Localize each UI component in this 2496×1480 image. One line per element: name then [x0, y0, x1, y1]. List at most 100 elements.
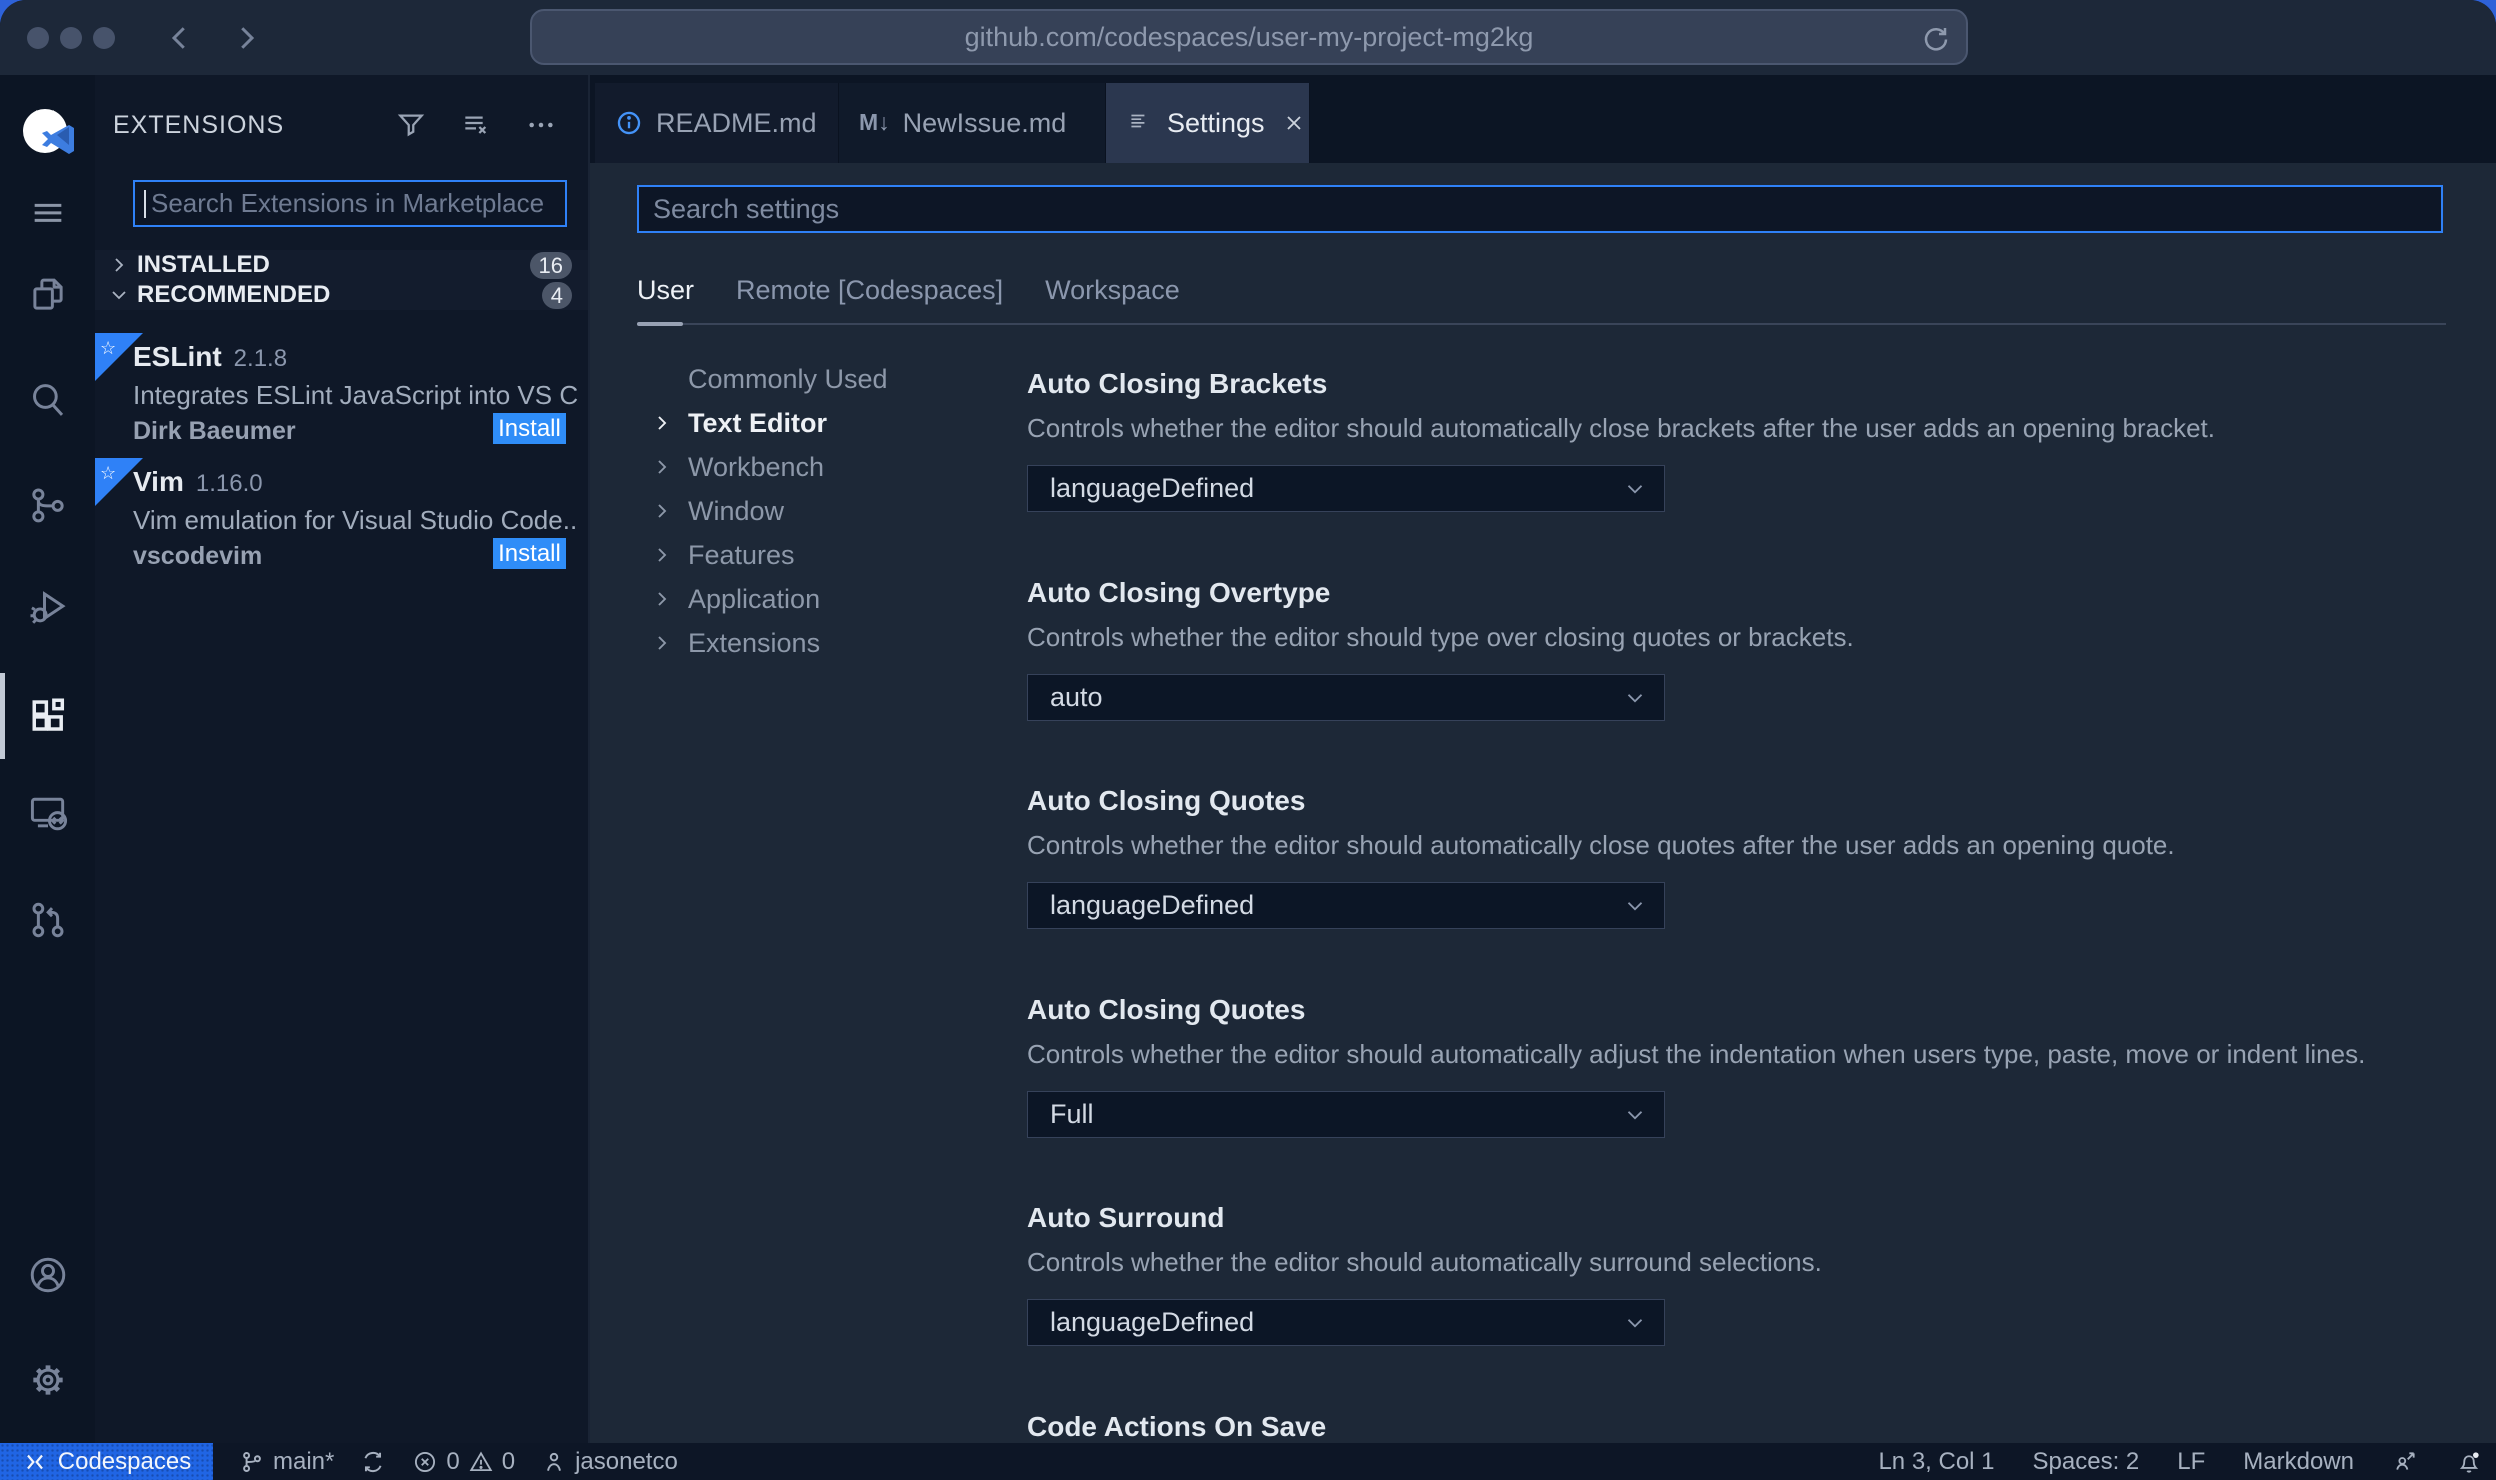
svg-text:☆: ☆ — [100, 463, 116, 483]
setting-description: Controls whether the editor should autom… — [1027, 830, 2175, 860]
extension-publisher: Dirk Baeumer — [133, 417, 296, 445]
menu-icon[interactable] — [0, 167, 95, 257]
problems-status[interactable]: 0 0 — [412, 1448, 515, 1476]
info-icon — [615, 109, 643, 137]
chevron-right-icon — [650, 543, 674, 567]
chevron-right-icon — [650, 499, 674, 523]
extensions-icon[interactable] — [0, 671, 95, 761]
browser-back-button[interactable] — [162, 20, 198, 56]
chevron-down-icon — [107, 283, 131, 307]
warning-icon — [469, 1450, 493, 1471]
window-close-button[interactable] — [27, 27, 49, 49]
error-icon — [415, 1451, 436, 1472]
setting-title: Auto Closing Overtype — [1027, 577, 1331, 608]
browser-forward-button[interactable] — [228, 20, 264, 56]
section-label: INSTALLED — [137, 251, 270, 278]
indentation-status[interactable]: Spaces: 2 — [2033, 1448, 2140, 1476]
chevron-right-icon — [650, 455, 674, 479]
feedback-icon[interactable] — [2392, 1449, 2418, 1475]
tree-item-features[interactable]: Features — [650, 537, 795, 573]
search-icon[interactable] — [0, 355, 95, 445]
language-mode-status[interactable]: Markdown — [2243, 1448, 2354, 1476]
eol-status[interactable]: LF — [2177, 1448, 2205, 1476]
setting-select[interactable]: languageDefined — [1027, 1299, 1665, 1346]
sidebar-title: EXTENSIONS — [113, 111, 285, 139]
activity-bar — [0, 75, 95, 1443]
extension-list-item[interactable]: ☆ Vim 1.16.0 Vim emulation for Visual St… — [95, 458, 588, 581]
setting-title: Auto Closing Quotes — [1027, 994, 1306, 1025]
recommended-count-badge: 4 — [541, 282, 572, 309]
settings-search-input[interactable]: Search settings — [637, 185, 2443, 233]
install-button[interactable]: Install — [493, 538, 566, 569]
settings-scope-tabs: User Remote [Codespaces] Workspace — [637, 275, 1180, 306]
scope-tab-workspace[interactable]: Workspace — [1045, 275, 1180, 306]
svg-text:☆: ☆ — [100, 338, 116, 358]
scope-tabs-divider — [637, 323, 2446, 325]
settings-gear-icon[interactable] — [0, 1335, 95, 1425]
setting-title: Code Actions On Save — [1027, 1411, 1327, 1442]
extension-description: Integrates ESLint JavaScript into VS C..… — [133, 380, 578, 410]
tab-settings[interactable]: Settings — [1106, 83, 1310, 163]
settings-list-icon — [1126, 109, 1154, 137]
setting-select[interactable]: auto — [1027, 674, 1665, 721]
extension-description: Vim emulation for Visual Studio Code... — [133, 505, 578, 535]
sync-status[interactable] — [360, 1449, 386, 1475]
active-view-indicator — [0, 673, 5, 759]
pull-requests-icon[interactable] — [0, 875, 95, 965]
branch-status[interactable]: main* — [239, 1448, 334, 1476]
setting-description: Controls whether the editor should autom… — [1027, 1039, 2366, 1069]
browser-chrome: github.com/codespaces/user-my-project-mg… — [0, 0, 2496, 75]
clear-extensions-search-icon[interactable] — [460, 109, 492, 141]
tree-item-workbench[interactable]: Workbench — [650, 449, 824, 485]
extension-list-item[interactable]: ☆ ESLint 2.1.8 Integrates ESLint JavaScr… — [95, 333, 588, 456]
user-status[interactable]: jasonetco — [541, 1448, 678, 1476]
chevron-right-icon — [650, 631, 674, 655]
cursor-position-status[interactable]: Ln 3, Col 1 — [1878, 1448, 1994, 1476]
tab-readme[interactable]: README.md — [595, 83, 839, 163]
filter-icon[interactable] — [395, 109, 427, 141]
setting-select[interactable]: languageDefined — [1027, 465, 1665, 512]
tree-item-application[interactable]: Application — [650, 581, 820, 617]
scope-tab-user[interactable]: User — [637, 275, 694, 306]
setting-title: Auto Surround — [1027, 1202, 1225, 1233]
tab-newissue[interactable]: M↓ NewIssue.md — [839, 83, 1106, 163]
setting-title: Auto Closing Brackets — [1027, 368, 1328, 399]
window-zoom-button[interactable] — [93, 27, 115, 49]
account-icon[interactable] — [0, 1230, 95, 1320]
window-minimize-button[interactable] — [60, 27, 82, 49]
scope-tab-remote[interactable]: Remote [Codespaces] — [736, 275, 1003, 306]
more-actions-icon[interactable] — [525, 109, 557, 141]
address-bar-url: github.com/codespaces/user-my-project-mg… — [964, 22, 1534, 52]
setting-description: Controls whether the editor should type … — [1027, 622, 1854, 652]
settings-search-placeholder: Search settings — [653, 193, 840, 224]
person-icon — [547, 1452, 561, 1471]
github-codespaces-logo-icon[interactable] — [0, 89, 95, 179]
run-debug-icon[interactable] — [0, 562, 95, 652]
explorer-icon[interactable] — [0, 250, 95, 340]
codespaces-remote-indicator[interactable]: Codespaces — [0, 1443, 213, 1480]
extensions-search-input[interactable]: Search Extensions in Marketplace — [133, 180, 567, 227]
extension-name: Vim — [133, 466, 184, 497]
section-label: RECOMMENDED — [137, 281, 331, 308]
tree-item-text-editor[interactable]: Text Editor — [650, 405, 827, 441]
setting-title: Auto Closing Quotes — [1027, 785, 1306, 816]
address-bar[interactable]: github.com/codespaces/user-my-project-mg… — [530, 9, 1968, 65]
remote-explorer-icon[interactable] — [0, 768, 95, 858]
notification-bell-icon[interactable] — [2456, 1449, 2482, 1475]
tree-item-extensions[interactable]: Extensions — [650, 625, 820, 661]
setting-select[interactable]: Full — [1027, 1091, 1665, 1138]
reload-icon[interactable] — [1920, 22, 1950, 52]
section-recommended[interactable]: RECOMMENDED 4 — [95, 280, 588, 310]
codespaces-label: Codespaces — [57, 1447, 192, 1475]
section-installed[interactable]: INSTALLED 16 — [95, 250, 588, 280]
tab-label: Settings — [1167, 107, 1265, 138]
close-icon[interactable] — [1282, 111, 1306, 135]
setting-select[interactable]: languageDefined — [1027, 882, 1665, 929]
setting-description: Controls whether the editor should autom… — [1027, 413, 2216, 443]
remote-icon — [26, 1454, 43, 1469]
tree-item-commonly-used[interactable]: Commonly Used — [650, 361, 888, 397]
source-control-icon[interactable] — [0, 460, 95, 550]
install-button[interactable]: Install — [493, 413, 566, 444]
extension-name: ESLint — [133, 341, 222, 372]
tree-item-window[interactable]: Window — [650, 493, 784, 529]
